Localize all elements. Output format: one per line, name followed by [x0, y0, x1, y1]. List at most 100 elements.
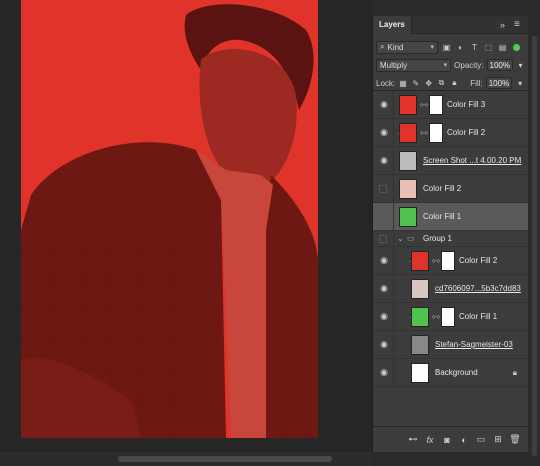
visibility-off-box[interactable]: [379, 234, 387, 243]
layer-name[interactable]: Background: [435, 368, 478, 377]
smart-object-filter-icon[interactable]: ▤: [497, 42, 508, 53]
lock-artboard-icon[interactable]: ⧉: [437, 78, 447, 89]
eye-visibility-icon[interactable]: ◉: [378, 311, 390, 323]
layer-thumbnail[interactable]: [399, 122, 417, 143]
layer-name[interactable]: Screen Shot ...t 4.00.20 PM: [423, 156, 521, 165]
link-layers-icon[interactable]: ⊷: [407, 434, 419, 446]
eye-visibility-icon[interactable]: ◉: [378, 255, 390, 267]
opacity-input[interactable]: 100%: [486, 59, 513, 71]
layer-name[interactable]: Color Fill 2: [423, 184, 461, 193]
filter-kind-dropdown[interactable]: ⌕ Kind ▾: [376, 40, 438, 54]
layer-group-row[interactable]: ⌄ ▭ Group 1: [373, 231, 529, 247]
layer-thumbnail[interactable]: [399, 178, 417, 199]
chevron-down-icon: ▾: [430, 44, 434, 51]
mask-link-icon[interactable]: ⧟: [432, 312, 440, 322]
eye-visibility-icon[interactable]: ◉: [378, 127, 390, 139]
adjustment-layer-icon[interactable]: ◐: [458, 434, 470, 446]
horizontal-scrollbar[interactable]: [0, 452, 372, 466]
lock-transparent-icon[interactable]: ▦: [398, 78, 408, 89]
tab-layers[interactable]: Layers: [373, 15, 412, 34]
chevron-down-icon: ▾: [443, 62, 448, 69]
horizontal-scroll-thumb[interactable]: [118, 456, 332, 462]
pixel-layer-filter-icon[interactable]: ▣: [441, 42, 452, 53]
layer-thumbnail[interactable]: [411, 362, 429, 383]
layer-thumbnail[interactable]: [411, 250, 429, 271]
layer-mask-thumbnail[interactable]: [429, 122, 443, 143]
chevron-down-icon[interactable]: ⌄: [397, 234, 404, 243]
layer-name[interactable]: Color Fill 2: [447, 128, 485, 137]
layer-name[interactable]: Color Fill 1: [459, 312, 497, 321]
visibility-divider: [393, 331, 394, 358]
double-chevron-right-icon[interactable]: »: [500, 20, 514, 30]
chevron-down-icon[interactable]: ▾: [515, 78, 525, 89]
layer-row[interactable]: ◉↲⧟Color Fill 1: [373, 303, 529, 331]
blend-mode-dropdown[interactable]: Multiply ▾: [376, 58, 452, 72]
document-canvas-area[interactable]: [0, 0, 372, 466]
layer-mask-thumbnail[interactable]: [441, 306, 455, 327]
visibility-divider: [393, 303, 394, 330]
visibility-divider: [393, 91, 394, 118]
filter-kind-value: Kind: [387, 42, 404, 52]
lock-all-icon[interactable]: 🔒︎: [449, 78, 459, 89]
mask-link-icon[interactable]: ⧟: [432, 256, 440, 266]
layer-thumbnail[interactable]: [399, 206, 417, 227]
visibility-divider: [393, 147, 394, 174]
layer-name[interactable]: cd7606097...5b3c7dd83: [435, 284, 521, 293]
lock-paint-icon[interactable]: ✎: [411, 78, 421, 89]
eye-visibility-icon[interactable]: ◉: [378, 99, 390, 111]
layer-mask-thumbnail[interactable]: [429, 94, 443, 115]
canvas-image-red-portrait[interactable]: [21, 0, 318, 438]
layer-name[interactable]: Color Fill 1: [423, 212, 461, 221]
new-group-icon[interactable]: ▭: [475, 434, 487, 446]
panel-footer: ⊷ fx ◙ ◐ ▭ ⊞ 🗑︎: [373, 426, 529, 452]
shape-filter-icon[interactable]: ⬚: [483, 42, 494, 53]
layer-thumbnail[interactable]: [411, 306, 429, 327]
layer-row[interactable]: ◉ Screen Shot ...t 4.00.20 PM: [373, 147, 529, 175]
layer-thumbnail[interactable]: [411, 334, 429, 355]
layer-row[interactable]: ◉ ⧟ Color Fill 3: [373, 91, 529, 119]
vertical-scroll-thumb[interactable]: [532, 36, 537, 456]
layer-row[interactable]: ◉↲⧟Color Fill 2: [373, 119, 529, 147]
eye-visibility-icon[interactable]: ◉: [378, 367, 390, 379]
layer-name[interactable]: Stefan-Sagmeister-03: [435, 340, 513, 349]
blend-mode-value: Multiply: [380, 60, 408, 70]
hamburger-menu-icon[interactable]: ≡: [514, 19, 528, 30]
layer-thumbnail[interactable]: [399, 94, 417, 115]
layer-mask-thumbnail[interactable]: [441, 250, 455, 271]
fill-input[interactable]: 100%: [485, 77, 513, 89]
layer-row[interactable]: ◉ Stefan-Sagmeister-03: [373, 331, 529, 359]
filter-row: ⌕ Kind ▾ ▣ ◐ T ⬚ ▤: [373, 38, 528, 56]
layer-row[interactable]: ◉ cd7606097...5b3c7dd83: [373, 275, 529, 303]
layer-row[interactable]: ◉↲⧟Color Fill 2: [373, 247, 529, 275]
layer-thumbnail[interactable]: [411, 278, 429, 299]
adjustment-filter-icon[interactable]: ◐: [455, 42, 466, 53]
layer-name[interactable]: Color Fill 2: [459, 256, 497, 265]
eye-visibility-icon[interactable]: ◉: [378, 339, 390, 351]
type-filter-icon[interactable]: T: [469, 42, 480, 53]
layer-thumbnail[interactable]: [399, 150, 417, 171]
visibility-divider: [393, 175, 394, 202]
eye-visibility-icon[interactable]: ◉: [378, 155, 390, 167]
visibility-divider: [393, 247, 394, 274]
layers-list: ◉⧟Color Fill 3◉↲⧟Color Fill 2◉Screen Sho…: [373, 90, 529, 426]
visibility-off-box[interactable]: [379, 212, 387, 221]
filter-toggle-dot[interactable]: [513, 43, 520, 51]
visibility-divider: [393, 359, 394, 386]
mask-link-icon[interactable]: ⧟: [420, 100, 428, 110]
add-mask-icon[interactable]: ◙: [441, 434, 453, 446]
layer-name[interactable]: Color Fill 3: [447, 100, 485, 109]
layer-row[interactable]: ◉ Background 🔒︎: [373, 359, 529, 387]
eye-visibility-icon[interactable]: ◉: [378, 283, 390, 295]
visibility-divider: [393, 203, 394, 230]
panel-header: Layers » ≡: [373, 15, 528, 34]
visibility-off-box[interactable]: [379, 184, 387, 193]
mask-link-icon[interactable]: ⧟: [420, 128, 428, 138]
layer-row[interactable]: Color Fill 1: [373, 203, 529, 231]
layer-row[interactable]: Color Fill 2: [373, 175, 529, 203]
trash-icon[interactable]: 🗑︎: [509, 434, 521, 446]
blend-row: Multiply ▾ Opacity: 100% ▾: [373, 56, 528, 74]
new-layer-icon[interactable]: ⊞: [492, 434, 504, 446]
fx-icon[interactable]: fx: [424, 434, 436, 446]
lock-move-icon[interactable]: ✥: [424, 78, 434, 89]
chevron-down-icon[interactable]: ▾: [516, 60, 525, 71]
